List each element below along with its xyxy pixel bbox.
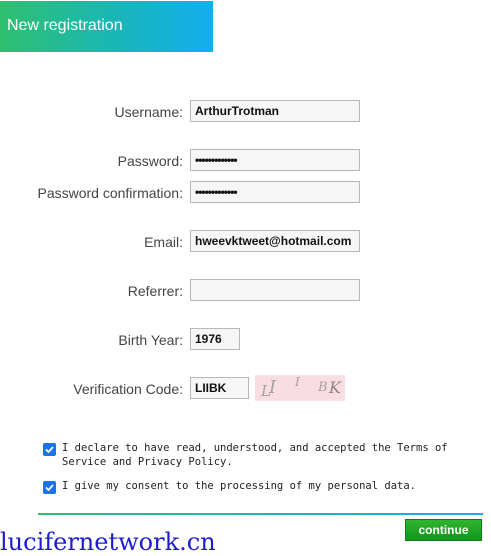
verification-code-label: Verification Code: — [73, 381, 183, 397]
divider — [38, 513, 483, 515]
password-label: Password: — [117, 153, 183, 169]
referrer-input[interactable] — [190, 279, 360, 301]
verification-code-input[interactable]: LIIBK — [190, 377, 249, 399]
data-consent-text: I give my consent to the processing of m… — [62, 480, 417, 492]
email-input[interactable]: hweevktweet@hotmail.com — [190, 230, 360, 252]
captcha-char: I — [295, 375, 300, 389]
username-label: Username: — [114, 104, 183, 120]
password-confirmation-input[interactable]: ••••••••••••• — [190, 181, 360, 203]
checkmark-icon — [45, 484, 54, 492]
page-title: New registration — [7, 17, 123, 34]
captcha-image: L I I B K — [255, 375, 345, 401]
captcha-char: K — [329, 378, 341, 397]
captcha-char: B — [318, 380, 328, 395]
captcha-char: I — [269, 377, 277, 398]
data-consent-checkbox[interactable] — [43, 481, 56, 494]
username-input[interactable]: ArthurTrotman — [190, 100, 360, 122]
checkmark-icon — [45, 446, 54, 454]
continue-button[interactable]: continue — [405, 519, 482, 541]
email-label: Email: — [144, 234, 183, 250]
header-banner: New registration — [0, 1, 213, 52]
terms-checkbox[interactable] — [43, 443, 56, 456]
terms-consent-text: I declare to have read, understood, and … — [62, 442, 448, 468]
password-input[interactable]: ••••••••••••• — [190, 149, 360, 171]
referrer-label: Referrer: — [127, 283, 183, 299]
birth-year-input[interactable]: 1976 — [190, 328, 240, 350]
birth-year-label: Birth Year: — [118, 332, 183, 348]
password-confirmation-label: Password confirmation: — [37, 185, 183, 201]
